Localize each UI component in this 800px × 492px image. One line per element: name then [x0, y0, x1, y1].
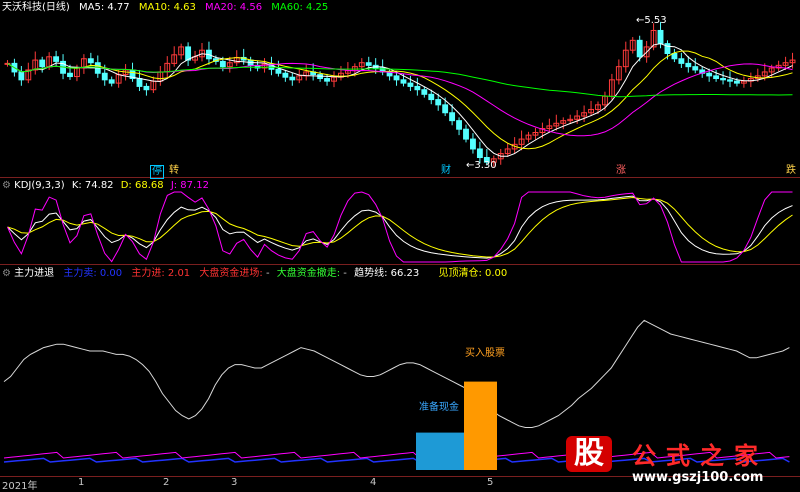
logo-text: 公式之家: [632, 442, 768, 470]
candle-body: [671, 53, 678, 60]
candle-body: [289, 76, 296, 81]
candle-body: [463, 128, 469, 140]
candle-body: [282, 72, 289, 78]
zhulimai-label: 主力卖: 0.00: [63, 268, 123, 279]
low-price-label: ←3.30: [466, 160, 497, 171]
kdj-header: ⚙ KDJ(9,3,3) K: 74.82 D: 68.68 J: 87.12: [2, 180, 209, 192]
candle-body: [470, 138, 476, 150]
candle-body: [18, 71, 25, 81]
candle-body: [713, 75, 720, 80]
badge-ting[interactable]: 停: [150, 165, 164, 179]
badge-die[interactable]: 跌: [785, 165, 797, 177]
candle-body: [365, 62, 372, 66]
kdj-d: D: 68.68: [120, 180, 164, 191]
candle-body: [706, 72, 713, 77]
candle-body: [428, 93, 435, 101]
candle-body: [678, 58, 685, 64]
zhunbei-label: 准备现金: [419, 402, 459, 413]
candle-body: [67, 72, 73, 78]
mairu-label: 买入股票: [465, 348, 505, 359]
candle-body: [442, 104, 449, 114]
candle-body: [734, 80, 740, 84]
logo-badge: 股: [566, 436, 612, 472]
badge-zhuan[interactable]: 转: [168, 165, 180, 177]
xaxis-m5: 5: [487, 477, 494, 488]
indicator-header: ⚙ 主力进退 主力卖: 0.00 主力进: 2.01 大盘资金进场: - 大盘资…: [2, 268, 507, 280]
candle-body: [324, 78, 330, 82]
xaxis-m4: 4: [370, 477, 377, 488]
candle-body: [685, 62, 692, 68]
xaxis-m2: 2: [163, 477, 170, 488]
high-price-label: ←5.53: [636, 15, 667, 26]
signal-bar: [464, 381, 497, 470]
candle-body: [414, 85, 421, 91]
logo-url: www.gszj100.com: [632, 470, 764, 485]
candle-body: [449, 112, 456, 122]
kdj-k-line: [7, 195, 793, 259]
kdj-j: J: 87.12: [170, 180, 209, 191]
candle-body: [421, 89, 428, 95]
candle-body: [657, 29, 664, 45]
xaxis-year: 2021年: [2, 481, 38, 492]
candle-body: [692, 66, 699, 71]
settings-icon-2[interactable]: ⚙: [2, 268, 11, 279]
candle-body: [435, 99, 442, 106]
dapan-out-dash: -: [343, 268, 347, 279]
candle-body: [108, 79, 115, 84]
ma20-label: MA20: 4.56: [205, 2, 263, 13]
kdj-title: KDJ(9,3,3): [14, 180, 65, 191]
candle-body: [393, 75, 400, 81]
panel-separator-kdj: [0, 264, 800, 265]
candle-body: [720, 78, 726, 81]
stock-title: 天沃科技(日线): [2, 2, 70, 13]
xaxis-m3: 3: [231, 477, 238, 488]
candle-body: [143, 85, 150, 91]
kdj-d-line: [7, 196, 793, 258]
candle-body: [87, 58, 94, 64]
qushi-label: 趋势线: 66.23: [354, 268, 420, 279]
candle-body: [185, 46, 192, 61]
signal-bar: [416, 432, 465, 470]
candle-body: [275, 68, 282, 74]
candle-body: [39, 59, 46, 68]
xaxis-m1: 1: [78, 477, 85, 488]
ma60-label: MA60: 4.25: [271, 2, 329, 13]
trend-line: [3, 319, 790, 428]
settings-icon[interactable]: ⚙: [2, 180, 11, 191]
candle-body: [456, 120, 462, 130]
price-header: 天沃科技(日线) MA5: 4.77 MA10: 4.63 MA20: 4.56…: [2, 2, 328, 14]
stock-chart-window: 天沃科技(日线) MA5: 4.77 MA10: 4.63 MA20: 4.56…: [0, 0, 800, 492]
watermark-logo: 股 公式之家 www.gszj100.com: [556, 432, 796, 488]
indicator-title: 主力进退: [14, 268, 55, 279]
badge-cai[interactable]: 财: [440, 165, 452, 177]
candle-body: [53, 56, 60, 62]
dapan-in-label: 大盘资金进场:: [199, 268, 263, 279]
ma5-label: MA5: 4.77: [79, 2, 130, 13]
candle-body: [136, 78, 143, 87]
jianding-label: 见顶清仓: 0.00: [438, 268, 508, 279]
candle-body: [219, 60, 226, 68]
panel-separator-price: [0, 177, 800, 178]
candle-body: [407, 82, 414, 87]
candle-body: [400, 79, 407, 84]
dapan-out-label: 大盘资金撤走:: [276, 268, 341, 279]
kdj-k: K: 74.82: [71, 180, 114, 191]
ma10-label: MA10: 4.63: [138, 2, 196, 13]
zhulijin-label: 主力进: 2.01: [131, 268, 191, 279]
dapan-in-dash: -: [265, 268, 270, 279]
kdj-j-line: [7, 191, 793, 263]
chart-canvas[interactable]: [0, 0, 800, 491]
candle-body: [101, 72, 108, 81]
candle-body: [636, 39, 643, 58]
badge-zhang[interactable]: 涨: [615, 165, 627, 177]
candle-body: [727, 79, 733, 82]
candle-body: [476, 148, 483, 159]
